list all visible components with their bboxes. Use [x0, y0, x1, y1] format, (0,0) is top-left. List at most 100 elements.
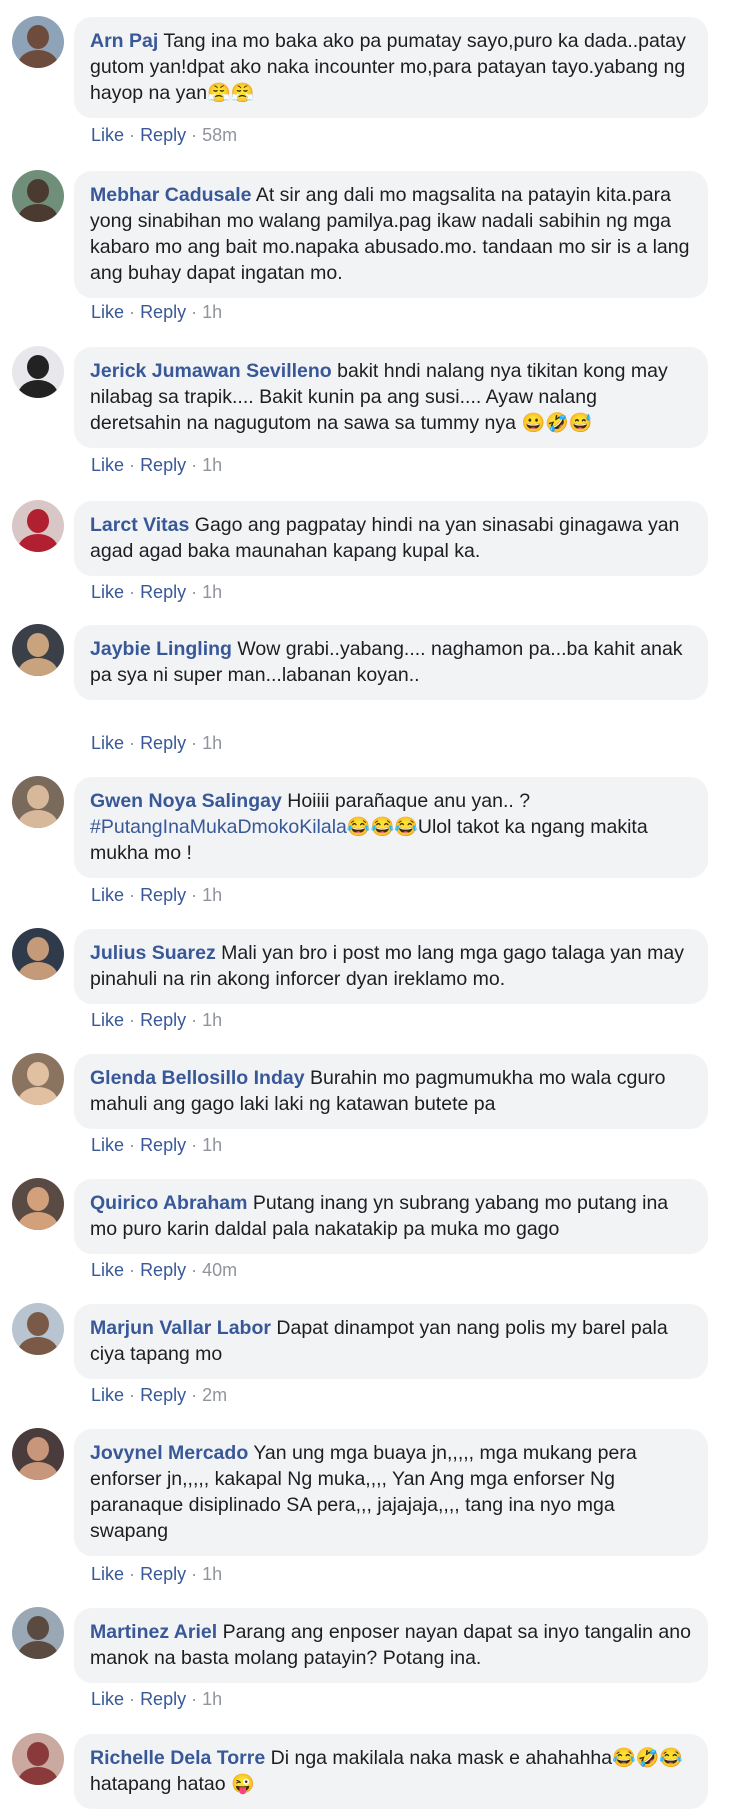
- avatar[interactable]: [12, 1428, 64, 1480]
- comment-text: Di nga makilala naka mask e ahahahha: [270, 1747, 613, 1769]
- comment-author[interactable]: Quirico Abraham: [90, 1192, 247, 1214]
- avatar[interactable]: [12, 1607, 64, 1659]
- comment-bubble: Jovynel Mercado Yan ung mga buaya jn,,,,…: [74, 1429, 708, 1556]
- comment-text: Tang ina mo baka ako pa pumatay sayo,pur…: [90, 30, 686, 104]
- comment-author[interactable]: Mebhar Cadusale: [90, 184, 251, 206]
- like-button[interactable]: Like: [91, 455, 124, 475]
- timestamp[interactable]: 2m: [202, 1385, 227, 1405]
- avatar[interactable]: [12, 928, 64, 980]
- emoji: 😂😂😂: [346, 817, 418, 838]
- reply-button[interactable]: Reply: [140, 1385, 186, 1405]
- reply-button[interactable]: Reply: [140, 1010, 186, 1030]
- timestamp[interactable]: 58m: [202, 125, 237, 145]
- comment-author[interactable]: Jerick Jumawan Sevilleno: [90, 360, 332, 382]
- hashtag-link[interactable]: #PutangInaMukaDmokoKilala: [90, 816, 347, 838]
- separator: ·: [191, 302, 198, 322]
- separator: ·: [191, 455, 198, 475]
- like-button[interactable]: Like: [91, 885, 124, 905]
- separator: ·: [129, 1010, 136, 1030]
- comment-bubble: Jaybie Lingling Wow grabi..yabang.... na…: [74, 625, 708, 700]
- avatar[interactable]: [12, 500, 64, 552]
- timestamp[interactable]: 1h: [202, 302, 222, 322]
- separator: ·: [191, 1689, 198, 1709]
- comment-author[interactable]: Julius Suarez: [90, 942, 216, 964]
- comment-actions: Like · Reply · 1h: [91, 455, 222, 476]
- timestamp[interactable]: 40m: [202, 1260, 237, 1280]
- comment-author[interactable]: Gwen Noya Salingay: [90, 790, 282, 812]
- comment-author[interactable]: Jovynel Mercado: [90, 1442, 248, 1464]
- timestamp[interactable]: 1h: [202, 455, 222, 475]
- like-button[interactable]: Like: [91, 302, 124, 322]
- reply-button[interactable]: Reply: [140, 1689, 186, 1709]
- timestamp[interactable]: 1h: [202, 1564, 222, 1584]
- comment-actions: Like · Reply · 1h: [91, 1010, 222, 1031]
- separator: ·: [191, 733, 198, 753]
- comment-bubble: Julius Suarez Mali yan bro i post mo lan…: [74, 929, 708, 1004]
- comment-actions: Like · Reply · 58m: [91, 125, 237, 146]
- comment-author[interactable]: Richelle Dela Torre: [90, 1747, 265, 1769]
- comment-author[interactable]: Jaybie Lingling: [90, 638, 232, 660]
- separator: ·: [191, 1564, 198, 1584]
- emoji: 😤😤: [207, 83, 255, 104]
- comment-actions: Like · Reply · 1h: [91, 1564, 222, 1585]
- comment-bubble: Marjun Vallar Labor Dapat dinampot yan n…: [74, 1304, 708, 1379]
- separator: ·: [129, 1135, 136, 1155]
- comment-bubble: Jerick Jumawan Sevilleno bakit hndi nala…: [74, 347, 708, 448]
- timestamp[interactable]: 1h: [202, 733, 222, 753]
- reply-button[interactable]: Reply: [140, 1564, 186, 1584]
- timestamp[interactable]: 1h: [202, 1135, 222, 1155]
- avatar[interactable]: [12, 170, 64, 222]
- like-button[interactable]: Like: [91, 1135, 124, 1155]
- reply-button[interactable]: Reply: [140, 885, 186, 905]
- reply-button[interactable]: Reply: [140, 125, 186, 145]
- avatar[interactable]: [12, 1178, 64, 1230]
- comment-author[interactable]: Marjun Vallar Labor: [90, 1317, 271, 1339]
- reply-button[interactable]: Reply: [140, 582, 186, 602]
- separator: ·: [191, 582, 198, 602]
- avatar[interactable]: [12, 1303, 64, 1355]
- reply-button[interactable]: Reply: [140, 455, 186, 475]
- separator: ·: [129, 1689, 136, 1709]
- comment-bubble: Quirico Abraham Putang inang yn subrang …: [74, 1179, 708, 1254]
- like-button[interactable]: Like: [91, 733, 124, 753]
- avatar[interactable]: [12, 1053, 64, 1105]
- separator: ·: [129, 1385, 136, 1405]
- comment-bubble: Gwen Noya Salingay Hoiiii parañaque anu …: [74, 777, 708, 878]
- timestamp[interactable]: 1h: [202, 885, 222, 905]
- reply-button[interactable]: Reply: [140, 733, 186, 753]
- separator: ·: [129, 455, 136, 475]
- comment-author[interactable]: Glenda Bellosillo Inday: [90, 1067, 305, 1089]
- like-button[interactable]: Like: [91, 582, 124, 602]
- emoji: 😜: [230, 1774, 255, 1795]
- like-button[interactable]: Like: [91, 1564, 124, 1584]
- timestamp[interactable]: 1h: [202, 582, 222, 602]
- comment-actions: Like · Reply · 1h: [91, 1689, 222, 1710]
- timestamp[interactable]: 1h: [202, 1689, 222, 1709]
- comment-actions: Like · Reply · 1h: [91, 302, 222, 323]
- comment-bubble: Arn Paj Tang ina mo baka ako pa pumatay …: [74, 17, 708, 118]
- separator: ·: [129, 582, 136, 602]
- comment-bubble: Glenda Bellosillo Inday Burahin mo pagmu…: [74, 1054, 708, 1129]
- like-button[interactable]: Like: [91, 1385, 124, 1405]
- comment-bubble: Mebhar Cadusale At sir ang dali mo magsa…: [74, 171, 708, 298]
- comment-author[interactable]: Arn Paj: [90, 30, 158, 52]
- avatar[interactable]: [12, 624, 64, 676]
- avatar[interactable]: [12, 1733, 64, 1785]
- comment-author[interactable]: Larct Vitas: [90, 514, 189, 536]
- avatar[interactable]: [12, 776, 64, 828]
- avatar[interactable]: [12, 346, 64, 398]
- reply-button[interactable]: Reply: [140, 1135, 186, 1155]
- like-button[interactable]: Like: [91, 125, 124, 145]
- comment-bubble: Larct Vitas Gago ang pagpatay hindi na y…: [74, 501, 708, 576]
- comment-author[interactable]: Martinez Ariel: [90, 1621, 217, 1643]
- like-button[interactable]: Like: [91, 1689, 124, 1709]
- timestamp[interactable]: 1h: [202, 1010, 222, 1030]
- like-button[interactable]: Like: [91, 1010, 124, 1030]
- avatar[interactable]: [12, 16, 64, 68]
- comment-actions: Like · Reply · 40m: [91, 1260, 237, 1281]
- separator: ·: [191, 1260, 198, 1280]
- reply-button[interactable]: Reply: [140, 1260, 186, 1280]
- reply-button[interactable]: Reply: [140, 302, 186, 322]
- comment-text: Hoiiii parañaque anu yan.. ?: [287, 790, 531, 812]
- like-button[interactable]: Like: [91, 1260, 124, 1280]
